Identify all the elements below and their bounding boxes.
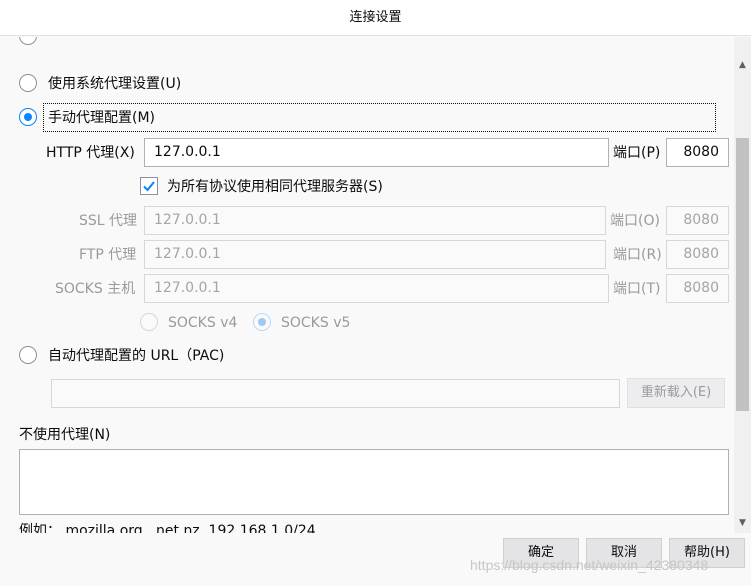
socks-v5-label[interactable]: SOCKS v5	[281, 313, 350, 333]
no-proxy-example: 例如：.mozilla.org, .net.nz, 192.168.1.0/24	[19, 523, 316, 533]
http-port-label: 端口(P)	[613, 145, 661, 161]
system-proxy-radio[interactable]	[19, 74, 37, 92]
socks-port-label: 端口(T)	[613, 281, 661, 297]
watermark-text: https://blog.csdn.net/weixin_42380348	[470, 557, 709, 573]
socks-host-label: SOCKS 主机	[55, 281, 136, 297]
ftp-port-input[interactable]: 8080	[666, 240, 729, 269]
ftp-port-label: 端口(R)	[613, 247, 662, 263]
scroll-up-icon[interactable]: ▲	[737, 60, 748, 71]
dialog-title: 连接设置	[0, 0, 751, 36]
checkmark-icon	[143, 181, 155, 192]
ssl-port-input[interactable]: 8080	[666, 206, 729, 235]
ssl-proxy-input[interactable]: 127.0.0.1	[144, 206, 606, 235]
socks-v4-label[interactable]: SOCKS v4	[168, 313, 237, 333]
no-proxy-textarea[interactable]	[19, 449, 729, 515]
system-proxy-label[interactable]: 使用系统代理设置(U)	[48, 74, 181, 94]
http-port-input[interactable]: 8080	[666, 138, 729, 167]
scrollbar-thumb[interactable]	[736, 138, 749, 411]
ssl-port-label: 端口(O)	[610, 213, 660, 229]
reload-button[interactable]: 重新载入(E)	[627, 378, 725, 408]
auto-proxy-url-radio[interactable]	[19, 346, 37, 364]
socks-host-input[interactable]: 127.0.0.1	[144, 274, 609, 303]
http-proxy-input[interactable]: 127.0.0.1	[144, 138, 609, 167]
manual-proxy-label[interactable]: 手动代理配置(M)	[48, 108, 155, 128]
scroll-down-icon[interactable]: ▼	[737, 518, 748, 529]
same-proxy-label[interactable]: 为所有协议使用相同代理服务器(S)	[167, 177, 383, 197]
socks-v4-radio[interactable]	[140, 313, 158, 331]
manual-proxy-radio[interactable]	[19, 108, 37, 126]
ftp-proxy-label: FTP 代理	[79, 247, 137, 263]
same-proxy-checkbox[interactable]	[140, 177, 158, 195]
ssl-proxy-label: SSL 代理	[79, 213, 138, 229]
scroll-viewport: 使用系统代理设置(U) 手动代理配置(M) HTTP 代理(X) 127.0.0…	[0, 37, 734, 533]
auto-proxy-url-label[interactable]: 自动代理配置的 URL（PAC)	[48, 346, 224, 366]
socks-v5-radio[interactable]	[253, 313, 271, 331]
pac-url-input[interactable]	[51, 379, 620, 408]
ftp-proxy-input[interactable]: 127.0.0.1	[144, 240, 606, 269]
no-proxy-radio[interactable]	[19, 37, 37, 45]
http-proxy-label: HTTP 代理(X)	[46, 145, 135, 161]
no-proxy-for-label: 不使用代理(N)	[19, 427, 111, 443]
socks-port-input[interactable]: 8080	[666, 274, 729, 303]
